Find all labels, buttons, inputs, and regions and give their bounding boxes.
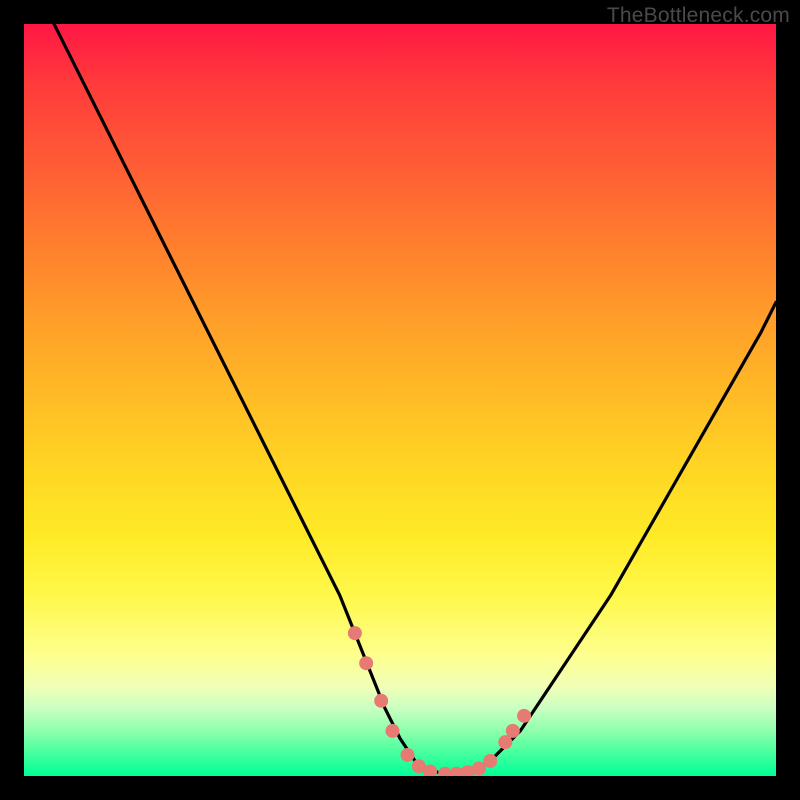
chart-frame: TheBottleneck.com	[0, 0, 800, 800]
bottleneck-curve	[24, 24, 776, 774]
curve-marker	[483, 754, 497, 768]
curve-marker	[359, 656, 373, 670]
curve-marker	[348, 626, 362, 640]
curve-marker	[374, 694, 388, 708]
plot-area	[24, 24, 776, 776]
watermark-text: TheBottleneck.com	[607, 4, 790, 28]
curve-marker	[506, 724, 520, 738]
curve-marker	[517, 709, 531, 723]
chart-svg	[24, 24, 776, 776]
curve-marker	[385, 724, 399, 738]
curve-marker	[401, 748, 415, 762]
